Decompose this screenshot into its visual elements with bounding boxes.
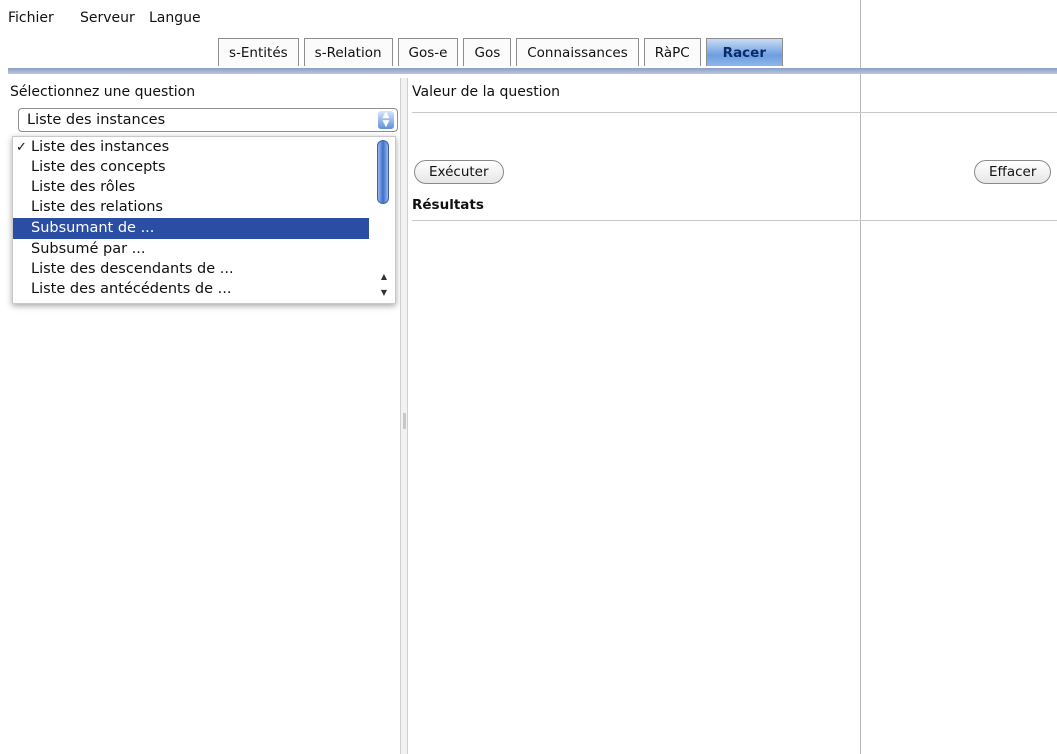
option-liste-des-roles[interactable]: Liste des rôles xyxy=(13,177,369,198)
option-liste-des-antecedents[interactable]: Liste des antécédents de ... xyxy=(13,279,369,300)
option-label: Liste des instances xyxy=(31,139,170,155)
updown-arrow-icon[interactable]: ▲ ▼ xyxy=(378,111,394,129)
scroll-up-arrow-icon[interactable]: ▲ xyxy=(377,271,391,283)
tab-bar: s-Entités s-Relation Gos-e Gos Connaissa… xyxy=(218,38,788,68)
menu-langue[interactable]: Langue xyxy=(149,10,201,26)
clear-button[interactable]: Effacer xyxy=(974,160,1052,184)
tab-rapc[interactable]: RàPC xyxy=(643,38,701,66)
tab-racer[interactable]: Racer xyxy=(705,38,783,66)
option-liste-des-concepts[interactable]: Liste des concepts xyxy=(13,157,369,178)
execute-button[interactable]: Exécuter xyxy=(414,160,504,184)
tab-gos-e[interactable]: Gos-e xyxy=(397,38,459,66)
question-dropdown-list: ✓ Liste des instances Liste des concepts… xyxy=(12,136,396,304)
results-label: Résultats xyxy=(412,197,484,213)
tab-s-relation[interactable]: s-Relation xyxy=(303,38,393,66)
question-panel: Sélectionnez une question Liste des inst… xyxy=(10,78,400,754)
question-value-label: Valeur de la question xyxy=(412,84,561,100)
question-value-field[interactable] xyxy=(412,112,1057,113)
menu-bar: Fichier Serveur Langue xyxy=(0,0,1057,34)
question-label: Sélectionnez une question xyxy=(10,84,196,100)
menu-serveur[interactable]: Serveur xyxy=(80,10,135,26)
dropdown-scrollbar-thumb[interactable] xyxy=(377,140,389,204)
splitter-grip-icon[interactable] xyxy=(403,413,406,429)
question-select[interactable]: Liste des instances ▲ ▼ xyxy=(18,108,398,132)
menu-fichier[interactable]: Fichier xyxy=(8,10,54,26)
tab-strip-border xyxy=(8,68,1057,74)
question-select-value: Liste des instances xyxy=(27,112,166,128)
checkmark-icon: ✓ xyxy=(16,140,27,155)
option-subsumant-de[interactable]: Subsumant de ... xyxy=(13,218,369,239)
panel-splitter[interactable] xyxy=(400,78,408,754)
option-liste-des-instances[interactable]: ✓ Liste des instances xyxy=(13,137,369,158)
scroll-down-arrow-icon[interactable]: ▼ xyxy=(377,287,391,299)
tab-gos[interactable]: Gos xyxy=(463,38,512,66)
option-liste-des-relations[interactable]: Liste des relations xyxy=(13,197,369,218)
results-panel: Valeur de la question Exécuter Effacer R… xyxy=(412,78,1057,754)
tab-s-entites[interactable]: s-Entités xyxy=(218,38,299,66)
tab-connaissances[interactable]: Connaissances xyxy=(516,38,639,66)
results-divider xyxy=(412,220,1057,221)
option-liste-des-descendants[interactable]: Liste des descendants de ... xyxy=(13,259,369,280)
option-subsume-par[interactable]: Subsumé par ... xyxy=(13,239,369,260)
